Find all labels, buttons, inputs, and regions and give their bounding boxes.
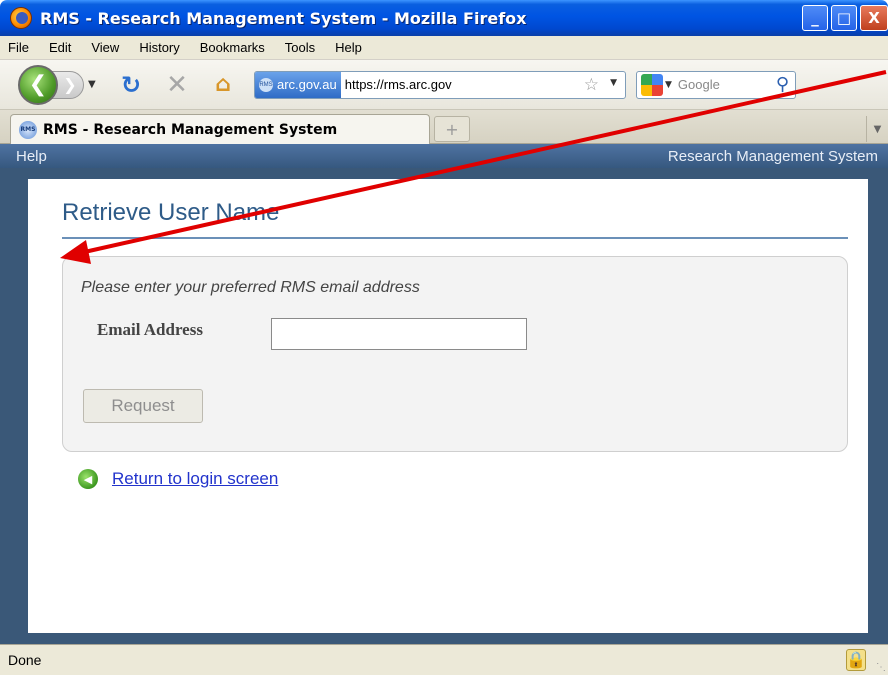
system-name: Research Management System [667,147,878,165]
reload-icon[interactable]: ↻ [114,68,148,102]
forward-arrow-icon: ❯ [63,75,77,94]
menu-history[interactable]: History [139,40,179,55]
padlock-icon[interactable]: 🔒 [846,649,866,671]
menu-edit[interactable]: Edit [49,40,71,55]
window-title: RMS - Research Management System - Mozil… [40,8,527,28]
email-field[interactable] [271,318,527,350]
email-label: Email Address [97,320,203,339]
return-to-login[interactable]: ◀ Return to login screen [78,469,278,489]
site-identity-button[interactable]: RMS arc.gov.au [255,71,341,98]
close-window-button[interactable]: X [860,5,888,31]
request-button[interactable]: Request [83,389,203,423]
help-bar: Help Research Management System [0,144,888,168]
menu-file[interactable]: File [8,40,29,55]
status-text: Done [8,652,42,668]
back-arrow-icon: ◀ [78,469,98,489]
firefox-logo-icon [10,7,32,29]
menu-bar: File Edit View History Bookmarks Tools H… [0,36,888,60]
minimize-button[interactable]: _ [802,5,828,31]
content-area: Retrieve User Name Please enter your pre… [28,179,868,633]
tab-strip: RMS RMS - Research Management System + ▼ [0,110,888,144]
new-tab-button[interactable]: + [434,116,470,142]
search-box[interactable]: ▼ Google ⚲ [636,70,796,99]
maximize-button[interactable]: □ [831,5,857,31]
status-bar: Done 🔒 ⋱ [0,644,888,675]
site-identity-label: arc.gov.au [277,77,337,92]
tab-label: RMS - Research Management System [43,121,338,138]
url-dropdown-icon[interactable]: ▼ [610,78,617,88]
back-button[interactable]: ❮ [18,64,58,105]
back-arrow-icon: ❮ [28,72,48,97]
help-link[interactable]: Help [16,148,47,165]
menu-tools[interactable]: Tools [285,40,315,55]
menu-view[interactable]: View [91,40,119,55]
page-title: Retrieve User Name [62,199,280,226]
retrieve-form-panel: Please enter your preferred RMS email ad… [62,256,848,452]
search-engine-dropdown-icon[interactable]: ▼ [665,80,672,90]
stop-icon[interactable]: ✕ [160,68,194,102]
resize-grip-icon[interactable]: ⋱ [876,662,886,673]
window-titlebar: RMS - Research Management System - Mozil… [0,0,888,36]
home-icon[interactable]: ⌂ [206,68,240,102]
site-favicon-icon: RMS [259,77,273,92]
search-icon[interactable]: ⚲ [776,74,789,95]
return-to-login-link[interactable]: Return to login screen [112,469,278,489]
url-text[interactable]: https://rms.arc.gov [341,77,452,92]
form-instructions: Please enter your preferred RMS email ad… [81,279,420,296]
page-viewport: Help Research Management System Retrieve… [0,144,888,644]
tab-favicon-icon: RMS [19,120,37,139]
title-divider [62,237,848,239]
search-input[interactable]: Google [678,77,720,92]
bookmark-star-icon[interactable]: ☆ [584,75,599,95]
list-tabs-icon[interactable]: ▼ [866,116,888,142]
window-controls: _ □ X [802,5,888,31]
tab-rms[interactable]: RMS RMS - Research Management System [10,114,430,144]
google-engine-icon[interactable] [641,73,663,96]
navigation-toolbar: ❮ ❯ ▼ ↻ ✕ ⌂ RMS arc.gov.au https://rms.a… [0,60,888,110]
address-bar[interactable]: RMS arc.gov.au https://rms.arc.gov ☆ ▼ [254,70,626,99]
history-dropdown-icon[interactable]: ▼ [88,79,102,90]
menu-help[interactable]: Help [335,40,362,55]
menu-bookmarks[interactable]: Bookmarks [200,40,265,55]
